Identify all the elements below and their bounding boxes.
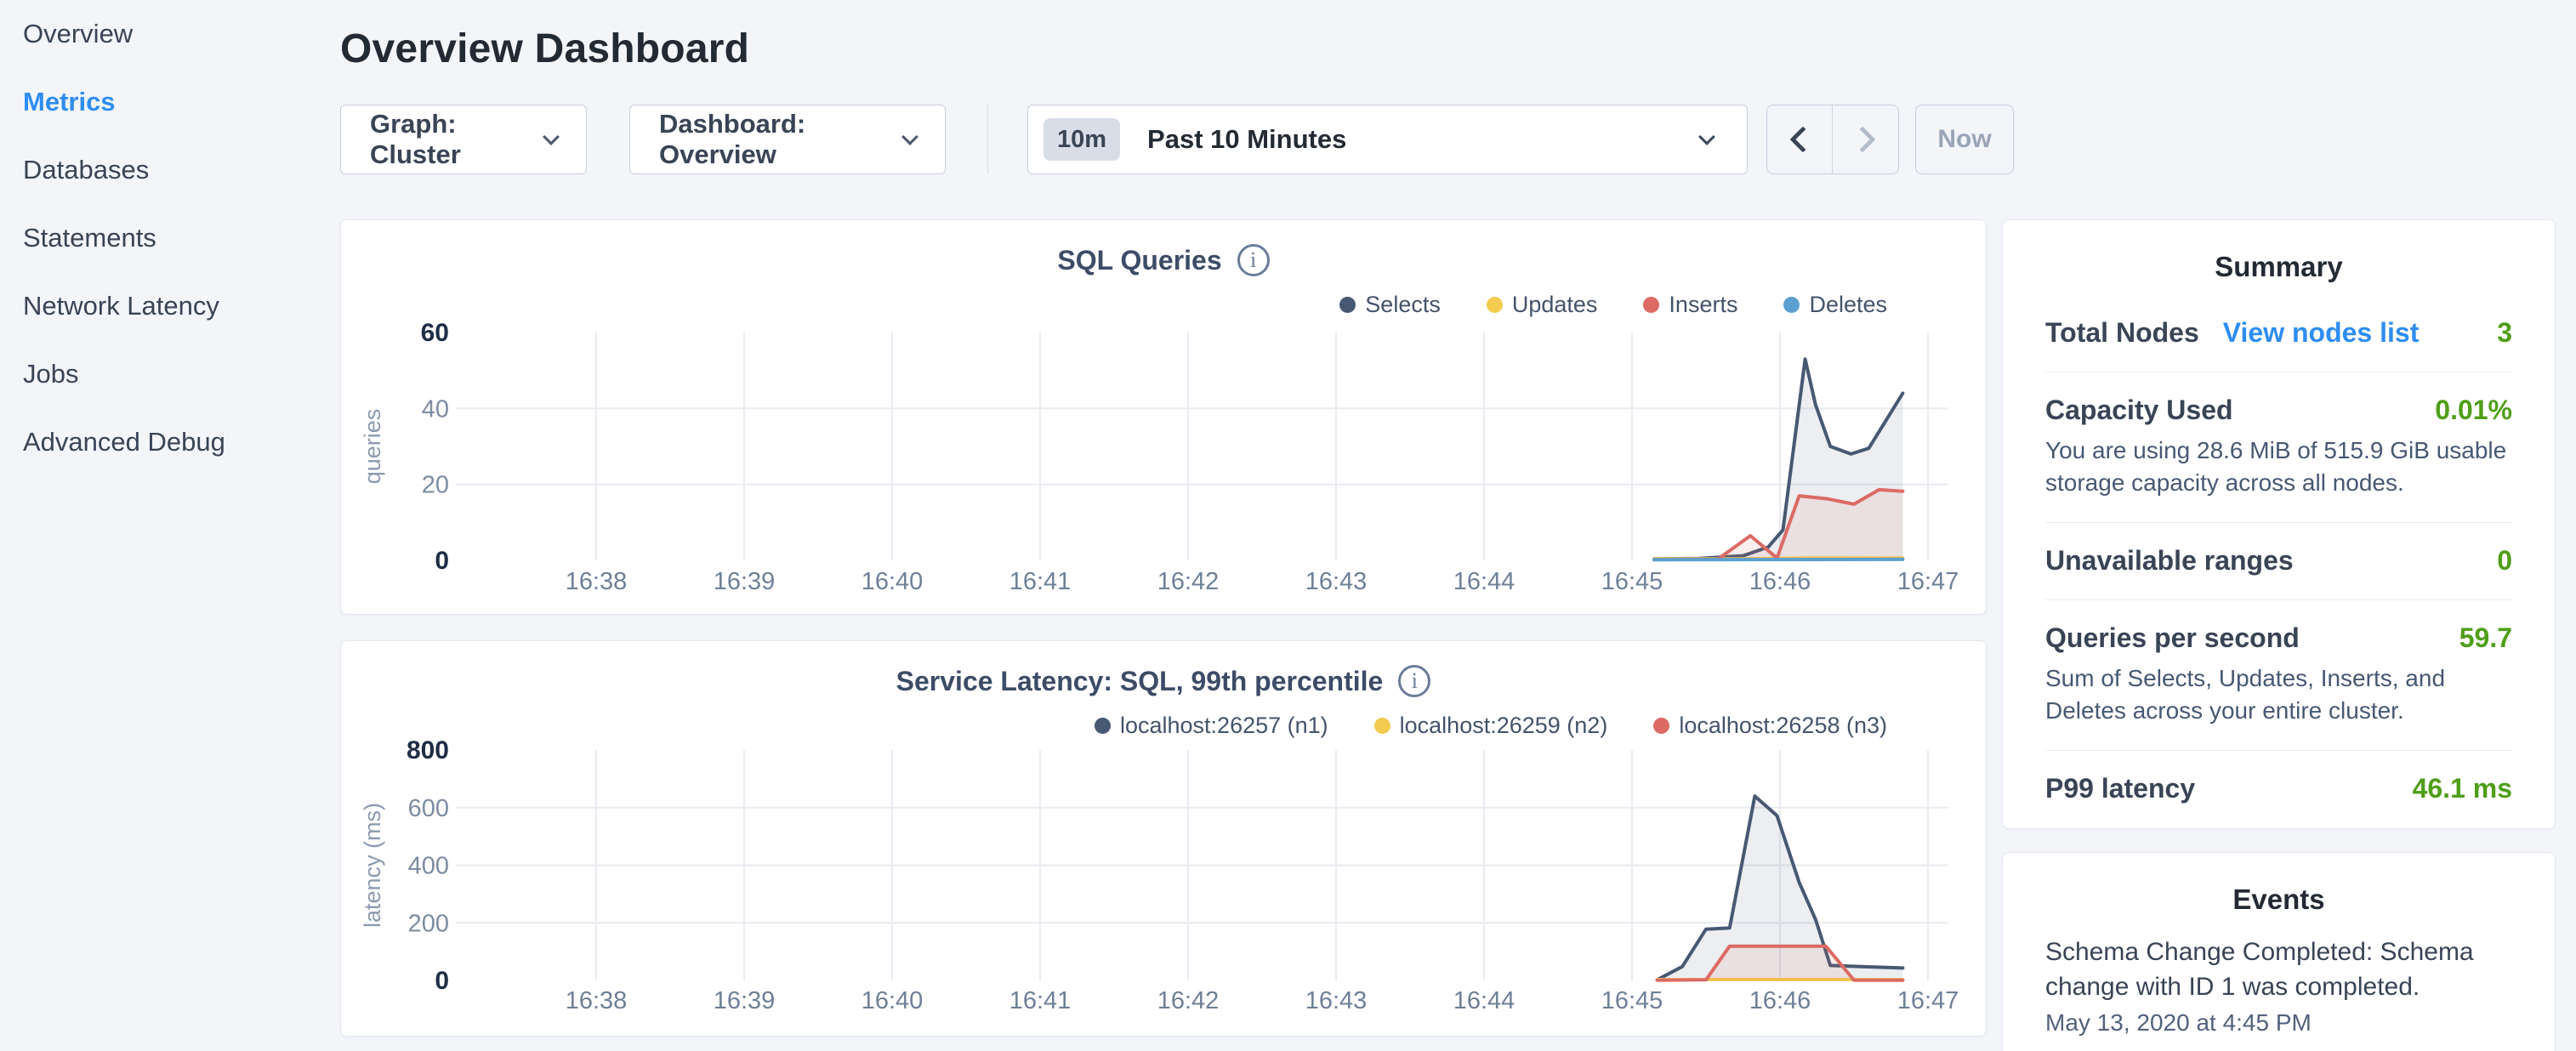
summary-title: Summary (2003, 220, 2555, 283)
chevron-down-icon (1698, 128, 1715, 145)
summary-row: Capacity Used 0.01% You are using 28.6 MiB… (2045, 372, 2512, 523)
summary-value: 0 (2497, 545, 2512, 577)
svg-text:16:42: 16:42 (1157, 568, 1220, 595)
summary-row: Total Nodes View nodes list 3 (2045, 295, 2512, 372)
svg-text:latency (ms): latency (ms) (360, 803, 385, 928)
svg-text:16:42: 16:42 (1157, 987, 1220, 1014)
svg-text:16:43: 16:43 (1305, 987, 1368, 1014)
summary-label: P99 latency (2045, 773, 2195, 804)
chevron-left-icon (1789, 126, 1816, 152)
summary-label: Total Nodes (2045, 317, 2199, 349)
svg-text:0: 0 (435, 967, 449, 995)
chevron-down-icon (901, 128, 918, 145)
svg-text:16:47: 16:47 (1897, 987, 1959, 1014)
chevron-down-icon (543, 128, 560, 145)
sidebar-item-network-latency[interactable]: Network Latency (23, 272, 225, 340)
svg-text:16:41: 16:41 (1009, 568, 1072, 595)
sidebar-item-overview[interactable]: Overview (23, 0, 225, 68)
summary-row: P99 latency 46.1 ms (2045, 751, 2512, 827)
dashboard-dropdown[interactable]: Dashboard: Overview (629, 105, 946, 174)
svg-text:16:38: 16:38 (566, 568, 628, 595)
dashboard-dropdown-label: Dashboard: Overview (659, 109, 885, 170)
summary-label: Unavailable ranges (2045, 545, 2294, 577)
svg-text:16:45: 16:45 (1601, 987, 1663, 1014)
toolbar-divider (987, 105, 988, 174)
sidebar: OverviewMetricsDatabasesStatementsNetwor… (0, 0, 323, 1051)
summary-value: 3 (2497, 317, 2512, 349)
svg-text:16:44: 16:44 (1453, 987, 1515, 1014)
svg-text:0: 0 (435, 547, 449, 575)
svg-text:60: 60 (421, 319, 449, 347)
sql-queries-chart[interactable]: 16:38 16:39 16:40 16:41 16:42 16:43 16:44 16:45… (341, 220, 1987, 616)
svg-text:16:41: 16:41 (1009, 987, 1072, 1014)
prev-time-button[interactable] (1767, 105, 1833, 173)
summary-description: Sum of Selects, Updates, Inserts, and De… (2045, 662, 2512, 727)
svg-text:16:39: 16:39 (714, 987, 776, 1014)
summary-panel: Summary Total Nodes View nodes list 3 Capac… (2002, 219, 2556, 829)
service-latency-chart[interactable]: 16:38 16:39 16:40 16:41 16:42 16:43 16:44 16:45… (341, 641, 1987, 1037)
events-panel: Events Schema Change Completed: Schema c… (2002, 852, 2556, 1051)
svg-text:16:46: 16:46 (1749, 987, 1811, 1014)
service-latency-card: Service Latency: SQL, 99th percentile i … (340, 640, 1987, 1037)
svg-text:16:39: 16:39 (714, 568, 776, 595)
sidebar-item-jobs[interactable]: Jobs (23, 340, 225, 408)
summary-value: 46.1 ms (2413, 773, 2512, 804)
sidebar-item-metrics[interactable]: Metrics (23, 68, 225, 136)
summary-value: 59.7 (2459, 622, 2512, 654)
sidebar-item-advanced-debug[interactable]: Advanced Debug (23, 408, 225, 476)
svg-text:200: 200 (408, 910, 449, 937)
time-step-buttons (1766, 105, 1899, 174)
svg-text:800: 800 (407, 736, 449, 764)
svg-text:400: 400 (408, 853, 449, 880)
sidebar-nav: OverviewMetricsDatabasesStatementsNetwor… (23, 0, 225, 476)
svg-text:40: 40 (422, 395, 449, 423)
time-range-dropdown[interactable]: 10m Past 10 Minutes (1027, 105, 1748, 174)
summary-label: Capacity Used (2045, 395, 2233, 426)
event-text: Schema Change Completed: Schema change w… (2045, 935, 2512, 1004)
summary-label: Queries per second (2045, 622, 2300, 654)
chevron-right-icon (1849, 126, 1875, 152)
events-title: Events (2003, 853, 2555, 916)
now-button[interactable]: Now (1915, 105, 2014, 174)
summary-description: You are using 28.6 MiB of 515.9 GiB usab… (2045, 435, 2512, 499)
summary-value: 0.01% (2435, 395, 2512, 426)
svg-text:16:46: 16:46 (1749, 568, 1811, 595)
graph-dropdown[interactable]: Graph: Cluster (340, 105, 587, 174)
svg-text:queries: queries (360, 409, 385, 485)
graph-dropdown-label: Graph: Cluster (370, 109, 526, 170)
time-range-badge: 10m (1043, 118, 1120, 161)
svg-text:16:38: 16:38 (566, 987, 628, 1014)
svg-text:16:47: 16:47 (1897, 568, 1959, 595)
sql-queries-card: SQL Queries i SelectsUpdatesInsertsDelet… (340, 219, 1987, 615)
svg-text:600: 600 (408, 795, 449, 822)
view-nodes-list-link[interactable]: View nodes list (2223, 317, 2420, 349)
svg-text:16:43: 16:43 (1305, 568, 1368, 595)
summary-row: Queries per second 59.7 Sum of Selects, Up… (2045, 600, 2512, 751)
page-title: Overview Dashboard (340, 26, 749, 72)
summary-row: Unavailable ranges 0 (2045, 523, 2512, 600)
svg-text:16:44: 16:44 (1453, 568, 1515, 595)
svg-text:16:40: 16:40 (862, 987, 924, 1014)
event-date: May 13, 2020 at 4:45 PM (2045, 1009, 2512, 1037)
svg-text:16:45: 16:45 (1601, 568, 1663, 595)
sidebar-item-databases[interactable]: Databases (23, 136, 225, 204)
next-time-button[interactable] (1833, 105, 1898, 173)
time-range-label: Past 10 Minutes (1147, 124, 1701, 155)
svg-text:20: 20 (422, 472, 449, 499)
sidebar-item-statements[interactable]: Statements (23, 204, 225, 272)
svg-text:16:40: 16:40 (862, 568, 924, 595)
